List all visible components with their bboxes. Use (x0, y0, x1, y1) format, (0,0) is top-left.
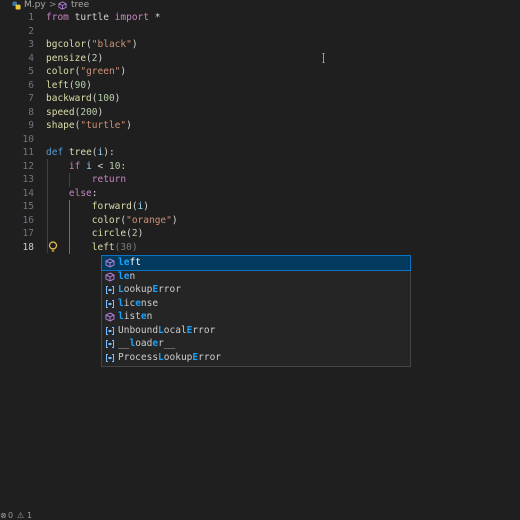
status-bar: ⊗ 0 ⚠ 1 (0, 512, 520, 520)
code-line[interactable]: circle(2) (46, 227, 144, 241)
suggestion-label: UnboundLocalError (118, 324, 216, 336)
suggestion-label: len (118, 270, 136, 282)
python-file-icon (12, 1, 21, 10)
suggestion-label: listen (118, 311, 153, 322)
code-line[interactable]: if i < 10: (46, 160, 126, 174)
warning-count[interactable]: 1 (27, 512, 32, 520)
code-line[interactable]: from turtle import * (46, 11, 160, 25)
suggestion-item[interactable]: len (102, 270, 410, 284)
code-line[interactable]: else: (46, 187, 98, 201)
suggestion-item[interactable]: ProcessLookupError (102, 351, 410, 365)
line-number: 1 (28, 12, 34, 23)
code-line[interactable]: color("orange") (46, 214, 178, 228)
error-count[interactable]: 0 (8, 512, 13, 520)
variable-icon (105, 339, 115, 349)
code-line[interactable]: bgcolor("black") (46, 38, 138, 52)
line-number: 15 (22, 201, 34, 212)
breadcrumb-file[interactable]: M.py (24, 0, 46, 11)
line-number: 5 (28, 66, 34, 77)
breadcrumb-separator: > (49, 0, 57, 10)
line-number: 8 (28, 106, 34, 118)
variable-icon (105, 326, 115, 336)
code-line[interactable]: backward(100) (46, 92, 120, 106)
code-line[interactable]: speed(200) (46, 106, 103, 120)
suggestion-label: left (118, 257, 141, 268)
line-number: 13 (22, 174, 34, 185)
text-cursor-icon (322, 53, 325, 63)
line-number-active: 18 (22, 241, 34, 253)
line-number: 16 (22, 214, 34, 226)
line-number: 4 (28, 52, 34, 64)
code-line[interactable]: color("green") (46, 65, 126, 79)
code-line[interactable]: left(90) (46, 79, 92, 93)
code-line[interactable]: pensize(2) (46, 52, 103, 66)
lightbulb-icon[interactable] (48, 241, 58, 253)
line-number: 10 (22, 133, 34, 145)
line-number: 7 (28, 93, 34, 104)
function-icon (105, 271, 115, 282)
code-line[interactable]: return (46, 173, 126, 187)
breadcrumb-symbol[interactable]: tree (71, 0, 89, 11)
error-icon: ⊗ (0, 511, 7, 520)
line-number: 9 (28, 120, 34, 131)
line-number: 14 (22, 187, 34, 199)
warning-icon: ⚠ (17, 511, 25, 520)
function-icon (105, 258, 115, 268)
line-number: 2 (28, 25, 34, 37)
function-icon (105, 312, 115, 322)
suggestion-item[interactable]: listen (102, 310, 410, 324)
line-number: 6 (28, 79, 34, 91)
variable-icon (105, 299, 115, 309)
suggestion-label: ProcessLookupError (118, 351, 222, 363)
suggestion-item[interactable]: license (102, 297, 410, 311)
line-number: 3 (28, 39, 34, 50)
suggestion-label: license (118, 297, 159, 309)
code-line[interactable]: shape("turtle") (46, 119, 132, 133)
suggestion-item[interactable]: left (101, 255, 411, 271)
line-number: 12 (22, 160, 34, 172)
code-line-active[interactable]: left(30) (46, 241, 138, 255)
suggestion-item[interactable]: __loader__ (102, 337, 410, 351)
line-number: 11 (22, 147, 34, 158)
code-line[interactable]: forward(i) (46, 200, 149, 214)
suggestion-item[interactable]: LookupError (102, 283, 410, 297)
suggestion-label: LookupError (118, 284, 181, 295)
variable-icon (105, 353, 115, 363)
function-cube-icon (58, 1, 67, 10)
suggestion-label: __loader__ (118, 338, 176, 349)
suggestion-item[interactable]: UnboundLocalError (102, 324, 410, 338)
autocomplete-popup[interactable]: left len LookupError license listen Unbo… (101, 255, 411, 367)
line-number: 17 (22, 228, 34, 239)
code-line[interactable]: def tree(i): (46, 146, 115, 160)
variable-icon (105, 285, 115, 295)
